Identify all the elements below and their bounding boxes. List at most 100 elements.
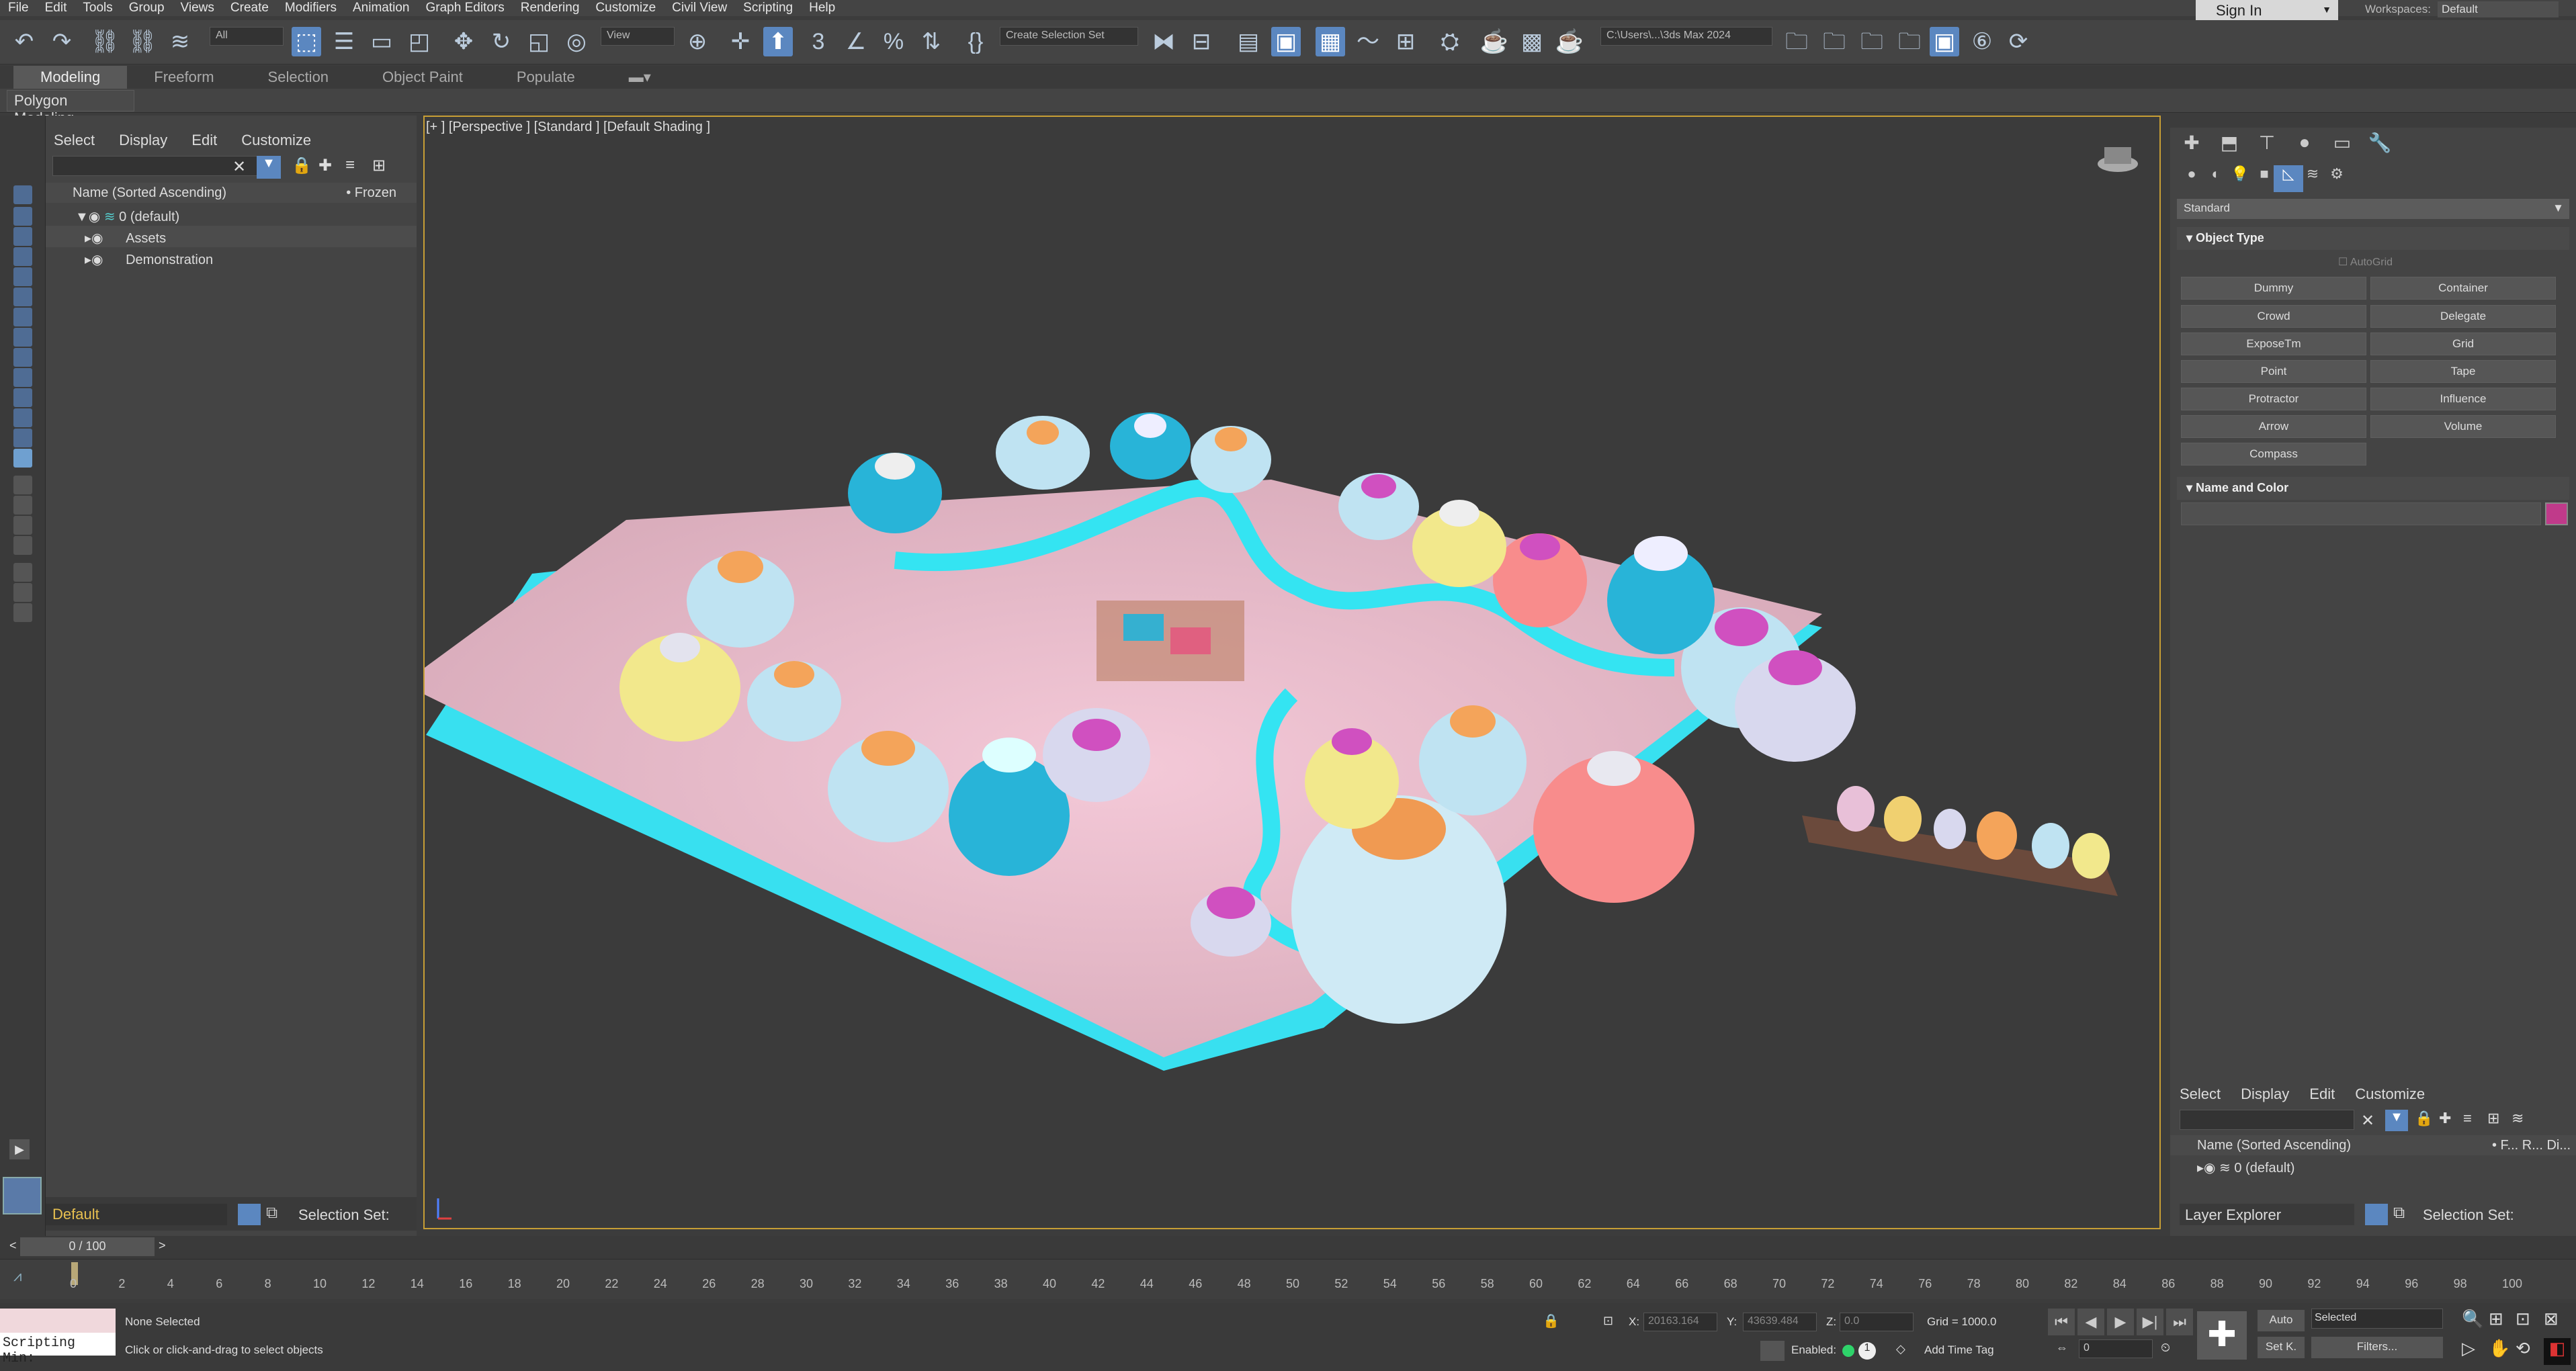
exposetm-button[interactable]: ExposeTm	[2181, 333, 2366, 355]
layer-options-icon[interactable]: ≡	[345, 156, 355, 175]
layer-column-header[interactable]: Name (Sorted Ascending) • F... R... Di..…	[2170, 1135, 2576, 1155]
tab-populate[interactable]: Populate	[490, 66, 602, 89]
place-icon[interactable]: ◎	[562, 27, 591, 56]
display-tab-icon[interactable]: ▭	[2327, 132, 2357, 159]
display-space-warps-icon[interactable]	[13, 308, 32, 326]
ribbon-options-icon[interactable]: ▬▾	[602, 66, 678, 89]
menu-graph-editors[interactable]: Graph Editors	[418, 1, 513, 15]
volume-button[interactable]: Volume	[2370, 415, 2556, 438]
dummy-button[interactable]: Dummy	[2181, 277, 2366, 300]
rotate-icon[interactable]: ↻	[486, 27, 516, 56]
hierarchy-icon[interactable]: ⊞	[372, 156, 386, 175]
modify-tab-icon[interactable]: ⬒	[2215, 132, 2244, 159]
display-bones-icon[interactable]	[13, 368, 32, 387]
scene-column-header[interactable]: Name (Sorted Ascending) • Frozen	[46, 183, 417, 203]
transform-mode-icon[interactable]: ⊡	[1603, 1314, 1613, 1328]
arrow-button[interactable]: Arrow	[2181, 415, 2366, 438]
render-production-icon[interactable]: ☕	[1555, 27, 1584, 56]
ribbon-toggle-icon[interactable]: ▦	[1316, 27, 1345, 56]
angle-snap-icon[interactable]: ∠	[841, 27, 871, 56]
zoom-extents-all-icon[interactable]: ⊠	[2544, 1309, 2559, 1329]
current-frame-field[interactable]: 0	[2079, 1339, 2153, 1358]
select-object-icon[interactable]: ⬚	[292, 27, 321, 56]
dependencies-icon[interactable]	[13, 536, 32, 555]
scene-menu-display[interactable]: Display	[119, 132, 167, 149]
protractor-button[interactable]: Protractor	[2181, 388, 2366, 410]
enabled-indicator-icon[interactable]	[1842, 1345, 1854, 1357]
sync-icon[interactable]: ⟳	[2004, 27, 2033, 56]
field-of-view-icon[interactable]: ▷	[2462, 1338, 2475, 1359]
tab-selection[interactable]: Selection	[241, 66, 356, 89]
layer-menu-display[interactable]: Display	[2241, 1086, 2289, 1103]
time-config-icon[interactable]: ⏲	[2161, 1341, 2170, 1355]
tab-object-paint[interactable]: Object Paint	[355, 66, 490, 89]
selection-filter-dropdown[interactable]: All	[210, 27, 284, 46]
layer-row-demonstration[interactable]: ▸◉ Demonstration	[46, 247, 417, 269]
container-button[interactable]: Container	[2370, 277, 2556, 300]
schematic-view-icon[interactable]: ⊞	[1391, 27, 1420, 56]
display-lights-icon[interactable]	[13, 247, 32, 266]
display-cameras-icon[interactable]	[13, 267, 32, 286]
scene-menu-edit[interactable]: Edit	[191, 132, 217, 149]
hierarchy-icon[interactable]: ⊞	[2487, 1110, 2499, 1127]
move-icon[interactable]: ✥	[449, 27, 478, 56]
layer-menu-customize[interactable]: Customize	[2355, 1086, 2425, 1103]
active-layer-field[interactable]: Default	[46, 1204, 227, 1225]
autogrid-checkbox[interactable]: ☐ AutoGrid	[2338, 255, 2393, 269]
tape-button[interactable]: Tape	[2370, 360, 2556, 383]
expand-arrow-icon[interactable]: ▶	[9, 1139, 30, 1159]
percent-snap-icon[interactable]: %	[879, 27, 908, 56]
redo-icon[interactable]: ↷	[47, 27, 77, 56]
layer-explorer-name[interactable]: Layer Explorer	[2180, 1204, 2354, 1225]
filter-icon[interactable]	[13, 563, 32, 582]
info-icon[interactable]: 1	[1858, 1342, 1876, 1360]
create-tab-icon[interactable]: ✚	[2177, 132, 2206, 159]
menu-create[interactable]: Create	[222, 1, 277, 15]
collection-icon[interactable]	[13, 603, 32, 622]
layer-toggle-icon[interactable]	[238, 1204, 261, 1225]
delegate-button[interactable]: Delegate	[2370, 305, 2556, 328]
keyboard-shortcut-override-icon[interactable]: ⬆	[763, 27, 793, 56]
menu-animation[interactable]: Animation	[345, 1, 418, 15]
display-groups-icon[interactable]	[13, 328, 32, 347]
key-filters-button[interactable]: Filters...	[2311, 1337, 2443, 1358]
unlink-icon[interactable]: ⛓	[128, 27, 157, 56]
name-and-color-rollout[interactable]: ▾ Name and Color	[2177, 477, 2569, 500]
clear-search-icon[interactable]: ✕	[2361, 1111, 2374, 1131]
menu-file[interactable]: File	[0, 1, 37, 15]
filter-toggle-icon[interactable]: ▼	[2385, 1110, 2408, 1131]
utilities-tab-icon[interactable]: 🔧	[2365, 132, 2395, 159]
open-project-icon[interactable]: 🗀	[1819, 27, 1849, 56]
zoom-extents-icon[interactable]: ⊡	[2516, 1309, 2530, 1329]
influence-button[interactable]: Influence	[2370, 388, 2556, 410]
menu-group[interactable]: Group	[121, 1, 173, 15]
workspaces-selector[interactable]: Workspaces: Default	[2365, 1, 2559, 17]
spinner-snap-icon[interactable]: ⇅	[916, 27, 946, 56]
layer-options-icon[interactable]: ≡	[2463, 1110, 2472, 1127]
menu-help[interactable]: Help	[801, 1, 843, 15]
y-coordinate-field[interactable]: 43639.484	[1743, 1313, 1817, 1331]
layer-explorer-toggle-icon[interactable]: ▣	[1271, 27, 1301, 56]
lock-icon[interactable]: 🔒	[2415, 1110, 2433, 1127]
display-none-icon[interactable]	[13, 185, 32, 204]
perspective-viewport[interactable]	[423, 116, 2161, 1229]
layer-toggle-icon[interactable]	[2365, 1204, 2388, 1225]
compass-button[interactable]: Compass	[2181, 443, 2366, 466]
time-next-icon[interactable]: >	[159, 1239, 166, 1253]
display-frozen-icon[interactable]	[13, 429, 32, 447]
pivot-center-icon[interactable]: ⊕	[683, 27, 712, 56]
go-to-start-icon[interactable]: ⏮	[2048, 1309, 2075, 1335]
scene-explorer-toggle-icon[interactable]: ▤	[1234, 27, 1263, 56]
layer-stack-icon[interactable]: ≋	[2511, 1110, 2524, 1127]
maximize-viewport-icon[interactable]: ◧	[2544, 1338, 2571, 1365]
edit-named-selection-icon[interactable]: {}	[961, 27, 990, 56]
name-column[interactable]: Name (Sorted Ascending)	[2197, 1138, 2351, 1153]
menu-scripting[interactable]: Scripting	[735, 1, 801, 15]
layer-row-assets[interactable]: ▸◉ Assets	[46, 226, 417, 247]
collapse-arrow-icon[interactable]: ▸◉	[85, 253, 103, 267]
scale-icon[interactable]: ◱	[524, 27, 554, 56]
menu-civil-view[interactable]: Civil View	[664, 1, 735, 15]
create-project-icon[interactable]: 🗀	[1857, 27, 1887, 56]
next-frame-icon[interactable]: ▶|	[2137, 1309, 2163, 1335]
time-slider[interactable]: < 0 / 100 >	[0, 1236, 2576, 1259]
